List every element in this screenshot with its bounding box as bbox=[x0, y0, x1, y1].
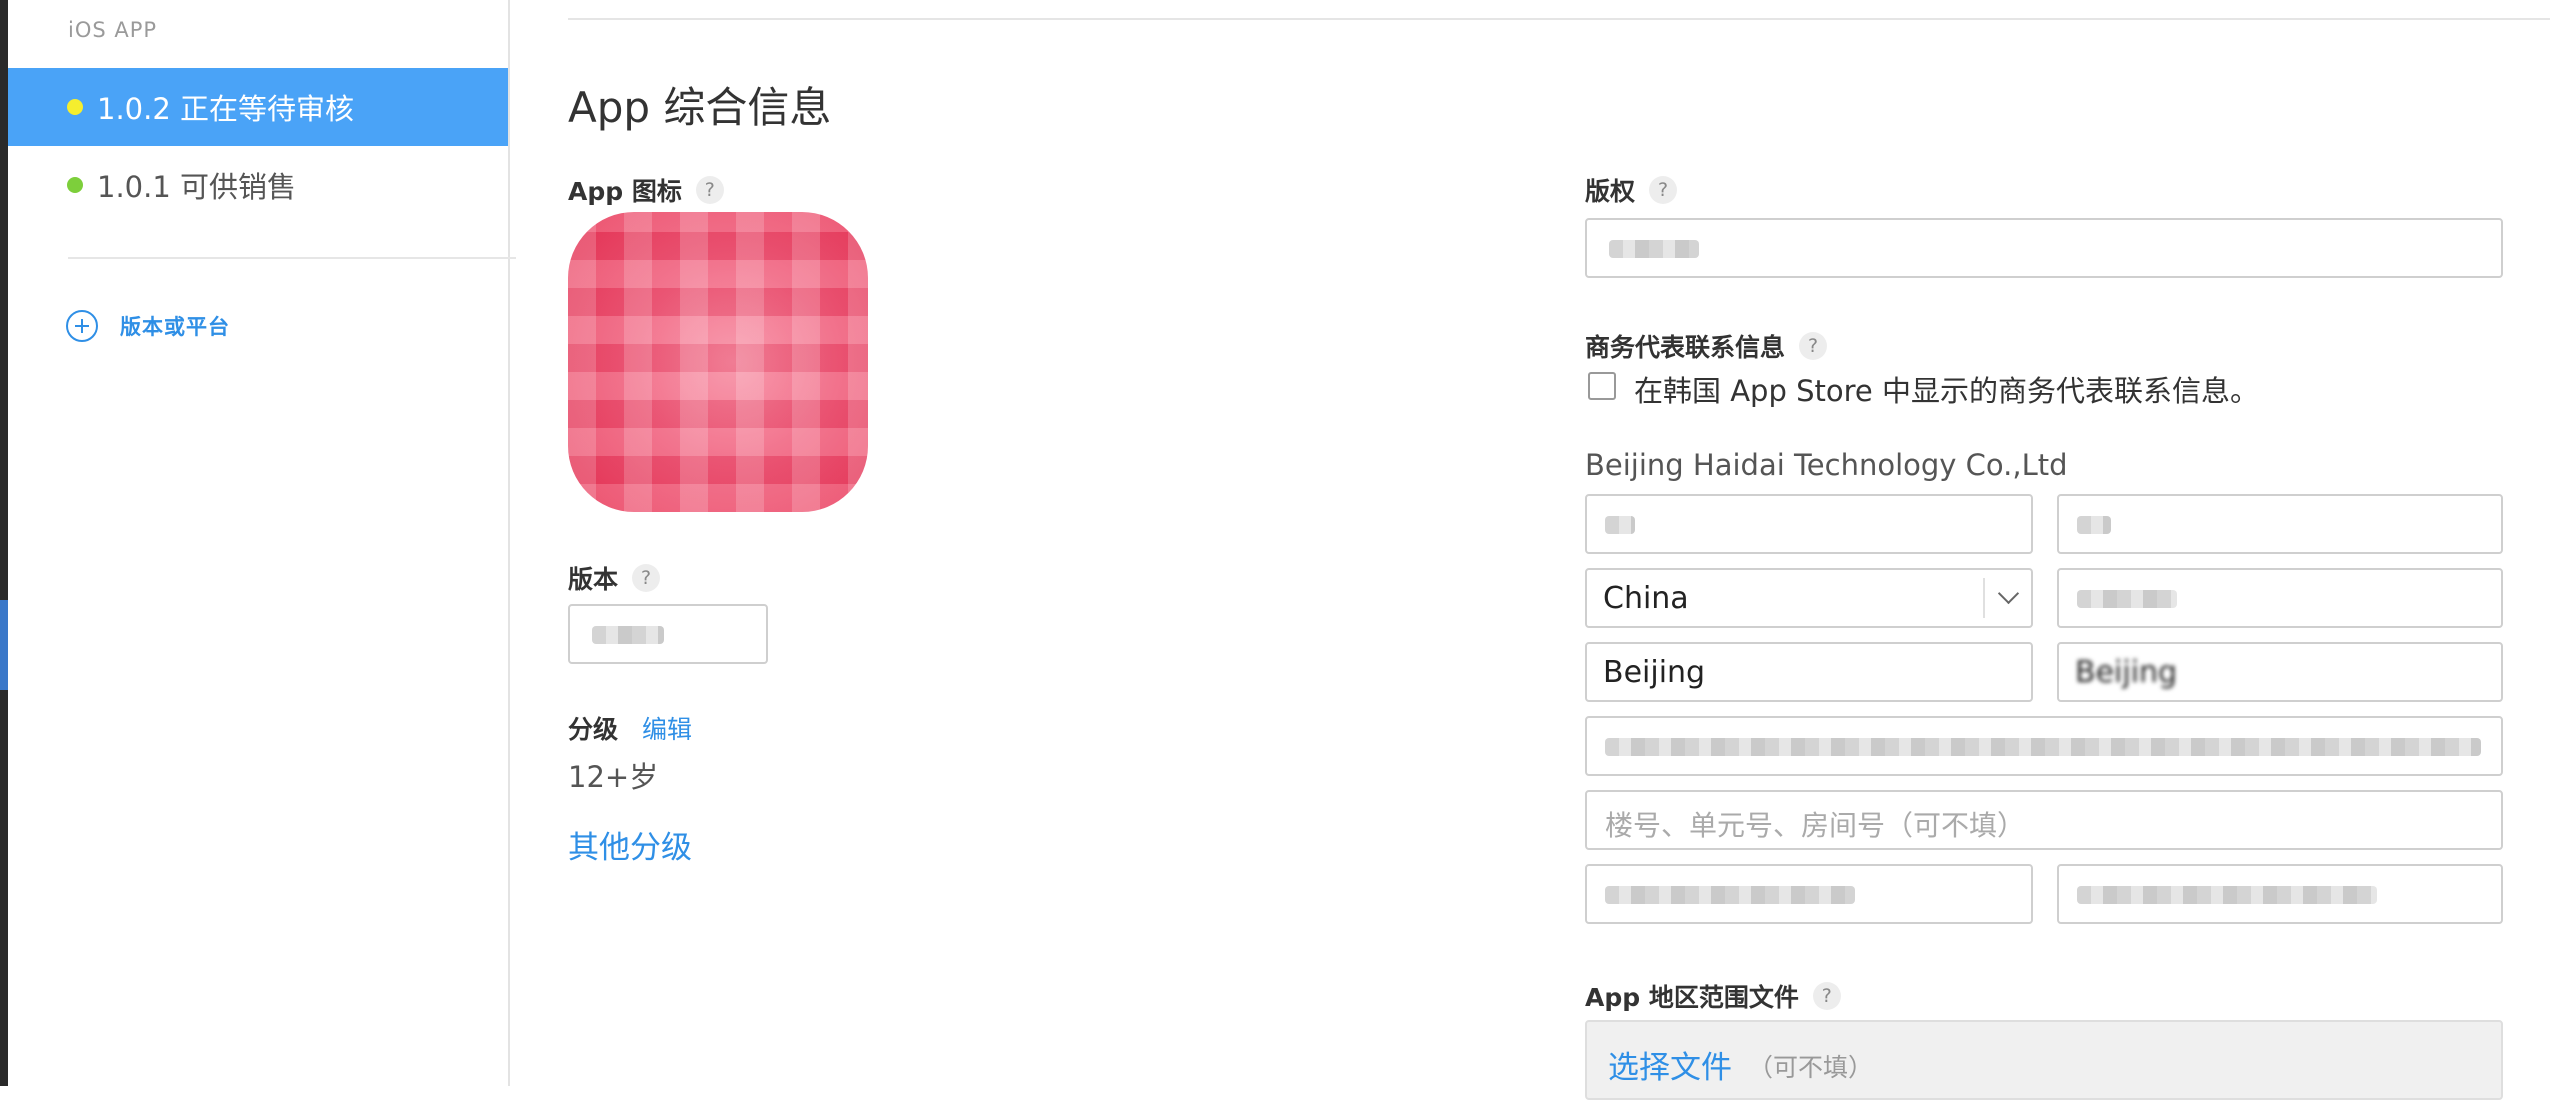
version-label: 1.0.1 可供销售 bbox=[97, 170, 297, 204]
add-platform-label: 版本或平台 bbox=[120, 315, 230, 339]
business-contact-label: 商务代表联系信息 ? bbox=[1585, 328, 1828, 364]
city-input[interactable]: Beijing bbox=[2057, 642, 2503, 702]
app-icon-label: App 图标 ? bbox=[568, 172, 724, 208]
copyright-label: 版权 ? bbox=[1585, 172, 1678, 208]
rating-value: 12+岁 bbox=[568, 760, 659, 794]
country-value: China bbox=[1603, 581, 1689, 616]
page-title: App 综合信息 bbox=[568, 83, 832, 132]
app-icon-label-text: App 图标 bbox=[568, 177, 682, 206]
redacted-value bbox=[2077, 516, 2111, 534]
redacted-value bbox=[1605, 886, 1855, 904]
redacted-value bbox=[1609, 240, 1699, 258]
business-contact-label-text: 商务代表联系信息 bbox=[1585, 333, 1786, 362]
desktop-edge bbox=[0, 0, 8, 1086]
sidebar: iOS APP 1.0.2 正在等待审核 1.0.1 可供销售 版本或平台 bbox=[8, 0, 516, 1086]
redacted-value bbox=[2077, 886, 2377, 904]
top-divider bbox=[568, 18, 2550, 20]
city-value: Beijing bbox=[2075, 655, 2178, 690]
version-label: 版本 ? bbox=[568, 560, 661, 596]
version-label: 1.0.2 正在等待审核 bbox=[97, 92, 355, 126]
region-file-label-text: App 地区范围文件 bbox=[1585, 983, 1799, 1012]
company-name: Beijing Haidai Technology Co.,Ltd bbox=[1585, 448, 2068, 482]
copyright-label-text: 版权 bbox=[1585, 177, 1636, 206]
sidebar-title: iOS APP bbox=[68, 18, 158, 42]
sidebar-version-1-0-2[interactable]: 1.0.2 正在等待审核 bbox=[8, 68, 508, 146]
redacted-value bbox=[2077, 590, 2177, 608]
address-line2-input[interactable]: 楼号、单元号、房间号（可不填） bbox=[1585, 790, 2503, 850]
rating-label: 分级 编辑 bbox=[568, 710, 692, 746]
sidebar-version-1-0-1[interactable]: 1.0.1 可供销售 bbox=[8, 146, 508, 224]
rating-edit-link[interactable]: 编辑 bbox=[642, 710, 692, 746]
other-rating-link[interactable]: 其他分级 bbox=[568, 822, 692, 867]
help-icon[interactable]: ? bbox=[1812, 982, 1841, 1010]
state-value: Beijing bbox=[1603, 655, 1706, 690]
email-input[interactable] bbox=[2057, 864, 2503, 924]
app-icon-image[interactable] bbox=[568, 212, 868, 512]
rating-label-text: 分级 bbox=[568, 715, 619, 744]
select-separator bbox=[1983, 578, 1985, 618]
help-icon[interactable]: ? bbox=[632, 564, 661, 592]
address-line1-input[interactable] bbox=[1585, 716, 2503, 776]
help-icon[interactable]: ? bbox=[695, 176, 724, 204]
copyright-input[interactable] bbox=[1585, 218, 2503, 278]
redacted-value bbox=[1605, 738, 2481, 756]
status-dot-icon bbox=[67, 99, 83, 115]
choose-file-button[interactable]: 选择文件 bbox=[1608, 1042, 1732, 1087]
desktop-wallpaper-slice bbox=[0, 600, 8, 690]
plus-circle-icon bbox=[66, 310, 98, 342]
first-name-input[interactable] bbox=[1585, 494, 2033, 554]
sidebar-divider bbox=[68, 257, 516, 259]
version-input[interactable] bbox=[568, 604, 768, 664]
country-select[interactable]: China bbox=[1585, 568, 2033, 628]
address-line2-placeholder: 楼号、单元号、房间号（可不填） bbox=[1605, 809, 2026, 842]
version-label-text: 版本 bbox=[568, 565, 619, 594]
help-icon[interactable]: ? bbox=[1649, 176, 1678, 204]
korea-contact-checkbox[interactable] bbox=[1588, 372, 1616, 400]
postal-code-input[interactable] bbox=[2057, 568, 2503, 628]
redacted-value bbox=[1605, 516, 1635, 534]
optional-note: （可不填） bbox=[1748, 1053, 1874, 1082]
last-name-input[interactable] bbox=[2057, 494, 2503, 554]
chevron-down-icon bbox=[1997, 582, 2020, 605]
korea-contact-checkbox-label: 在韩国 App Store 中显示的商务代表联系信息。 bbox=[1634, 374, 2259, 408]
add-version-or-platform-button[interactable]: 版本或平台 bbox=[66, 310, 230, 342]
phone-input[interactable] bbox=[1585, 864, 2033, 924]
region-file-label: App 地区范围文件 ? bbox=[1585, 978, 1841, 1014]
help-icon[interactable]: ? bbox=[1799, 332, 1828, 360]
status-dot-icon bbox=[67, 177, 83, 193]
redacted-value bbox=[592, 626, 664, 644]
state-input[interactable]: Beijing bbox=[1585, 642, 2033, 702]
